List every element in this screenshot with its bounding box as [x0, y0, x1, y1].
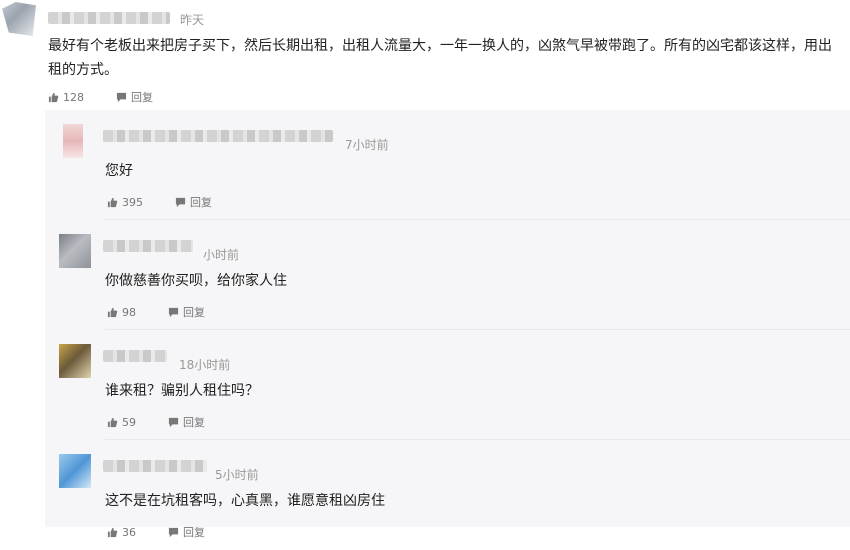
- reply-text: 谁来租？骗别人租住吗？: [105, 383, 259, 399]
- reply-item: 小时前 你做慈善你买呗，给你家人住 98 回复: [45, 220, 850, 330]
- username-blurred[interactable]: [103, 130, 333, 142]
- thumbs-up-icon: [107, 197, 118, 208]
- reply-button[interactable]: 回复: [168, 304, 205, 320]
- top-comment: 昨天 最好有个老板出来把房子买下，然后长期出租，出租人流量大，一年一换人的，凶煞…: [0, 0, 850, 108]
- reply-item: 5小时前 这不是在坑租客吗，心真黑，谁愿意租凶房住 36 回复: [45, 440, 850, 550]
- like-count: 59: [122, 415, 136, 429]
- reply-label: 回复: [190, 196, 212, 209]
- thumbs-up-icon: [107, 307, 118, 318]
- reply-actions: 36 回复: [107, 524, 237, 540]
- thumbs-up-icon: [107, 527, 118, 538]
- reply-text: 您好: [105, 163, 133, 179]
- avatar[interactable]: [59, 234, 91, 268]
- reply-time: 7小时前: [345, 138, 389, 152]
- like-count: 36: [122, 525, 136, 539]
- like-button[interactable]: 128: [48, 91, 84, 104]
- replies-panel: 7小时前 您好 395 回复 小时前 你做慈善你买呗，给你家人住 98 回复 1…: [45, 110, 850, 539]
- avatar[interactable]: [59, 344, 91, 378]
- reply-time: 18小时前: [179, 358, 231, 372]
- comment-icon: [168, 417, 179, 428]
- reply-label: 回复: [183, 416, 205, 429]
- reply-text: 这不是在坑租客吗，心真黑，谁愿意租凶房住: [105, 493, 385, 509]
- comment-icon: [168, 527, 179, 538]
- reply-button[interactable]: 回复: [168, 524, 205, 540]
- avatar[interactable]: [2, 2, 36, 36]
- reply-actions: 98 回复: [107, 304, 237, 320]
- like-count: 395: [122, 195, 143, 209]
- username-blurred[interactable]: [48, 12, 170, 24]
- reply-label: 回复: [183, 526, 205, 539]
- username-blurred[interactable]: [103, 350, 167, 362]
- username-blurred[interactable]: [103, 240, 193, 252]
- reply-time: 小时前: [203, 248, 240, 262]
- reply-item: 18小时前 谁来租？骗别人租住吗？ 59 回复: [45, 330, 850, 440]
- reply-button[interactable]: 回复: [116, 89, 153, 105]
- comment-actions: 128 回复: [48, 89, 185, 105]
- reply-button[interactable]: 回复: [175, 194, 212, 210]
- reply-actions: 59 回复: [107, 414, 237, 430]
- reply-time: 5小时前: [215, 468, 259, 482]
- avatar[interactable]: [63, 124, 83, 158]
- reply-item: 7小时前 您好 395 回复: [45, 110, 850, 220]
- username-blurred[interactable]: [103, 460, 207, 472]
- like-count: 98: [122, 305, 136, 319]
- reply-label: 回复: [183, 306, 205, 319]
- comment-time: 昨天: [180, 13, 205, 27]
- reply-actions: 395 回复: [107, 194, 244, 210]
- comment-icon: [175, 197, 186, 208]
- reply-button[interactable]: 回复: [168, 414, 205, 430]
- thumbs-up-icon: [107, 417, 118, 428]
- thumbs-up-icon: [48, 92, 59, 103]
- reply-label: 回复: [131, 91, 153, 104]
- like-button[interactable]: 395: [107, 196, 143, 209]
- reply-text: 你做慈善你买呗，给你家人住: [105, 273, 287, 289]
- comment-text: 最好有个老板出来把房子买下，然后长期出租，出租人流量大，一年一换人的，凶煞气早被…: [48, 38, 832, 78]
- avatar[interactable]: [59, 454, 91, 488]
- like-count: 128: [63, 90, 84, 104]
- comment-icon: [168, 307, 179, 318]
- like-button[interactable]: 36: [107, 526, 136, 539]
- like-button[interactable]: 59: [107, 416, 136, 429]
- comment-icon: [116, 92, 127, 103]
- like-button[interactable]: 98: [107, 306, 136, 319]
